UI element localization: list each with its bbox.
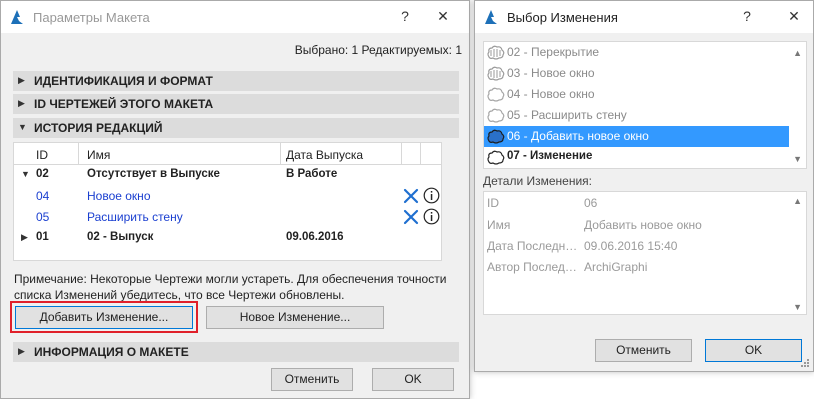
- title-bar[interactable]: Параметры Макета ? ✕: [1, 1, 469, 33]
- dialog-title: Параметры Макета: [33, 10, 150, 25]
- cancel-button[interactable]: Отменить: [271, 368, 353, 391]
- section-revision-history[interactable]: ▼ ИСТОРИЯ РЕДАКЦИЙ: [13, 118, 459, 138]
- list-item-label: 05 - Расширить стену: [507, 108, 627, 122]
- collapse-arrow-icon: ▼: [18, 122, 27, 132]
- list-item-label: 04 - Новое окно: [507, 87, 595, 101]
- row-name: Расширить стену: [87, 210, 183, 224]
- dialog-title: Выбор Изменения: [507, 10, 618, 25]
- archicad-app-icon: [11, 10, 23, 24]
- detail-value: 06: [584, 196, 598, 210]
- section-layout-info[interactable]: ▶ ИНФОРМАЦИЯ О МАКЕТЕ: [13, 342, 459, 362]
- list-item-selected[interactable]: 06 - Добавить новое окно: [484, 126, 789, 147]
- list-item-label: 07 - Изменение: [507, 150, 593, 162]
- revision-cloud-issued-icon: [487, 45, 505, 60]
- remove-icon[interactable]: [403, 188, 419, 204]
- detail-value: Добавить новое окно: [584, 218, 702, 232]
- list-item[interactable]: 07 - Изменение: [484, 147, 789, 168]
- detail-key: Автор Последнего Изменения: [487, 260, 582, 274]
- detail-key: Дата Последнего Изменения: [487, 239, 582, 253]
- section-identification-format[interactable]: ▶ ИДЕНТИФИКАЦИЯ И ФОРМАТ: [13, 71, 459, 91]
- list-item-label: 02 - Перекрытие: [507, 45, 600, 59]
- list-item[interactable]: 05 - Расширить стену: [484, 105, 789, 126]
- archicad-app-icon: [485, 10, 497, 24]
- column-header-date[interactable]: Дата Выпуска: [286, 148, 363, 162]
- close-button[interactable]: ✕: [433, 6, 453, 26]
- add-change-button[interactable]: Добавить Изменение...: [15, 306, 193, 329]
- row-date: В Работе: [286, 168, 338, 180]
- info-icon[interactable]: [423, 208, 440, 225]
- scroll-down-icon[interactable]: ▼: [793, 302, 802, 312]
- table-row[interactable]: ▼ 02 Отсутствует в Выпуске В Работе: [14, 165, 441, 186]
- revision-history-table: ID Имя Дата Выпуска ▼ 02 Отсутствует в В…: [13, 142, 442, 261]
- close-button[interactable]: ✕: [784, 6, 804, 26]
- revision-cloud-icon: [487, 129, 505, 144]
- expand-arrow-icon: ▶: [18, 98, 25, 108]
- change-details-panel: ID 06 Имя Добавить новое окно Дата После…: [483, 191, 807, 315]
- help-button[interactable]: ?: [395, 6, 415, 26]
- table-row[interactable]: 04 Новое окно: [14, 186, 441, 207]
- info-icon[interactable]: [423, 187, 440, 204]
- expand-arrow-icon: ▶: [18, 75, 25, 85]
- revision-cloud-issued-icon: [487, 66, 505, 81]
- section-label: ИДЕНТИФИКАЦИЯ И ФОРМАТ: [34, 74, 213, 88]
- expand-arrow-icon: ▶: [18, 346, 25, 356]
- row-name: 02 - Выпуск: [87, 231, 154, 243]
- column-header-id[interactable]: ID: [36, 148, 48, 162]
- detail-value: ArchiGraphi: [584, 260, 648, 274]
- row-id: 04: [36, 189, 50, 203]
- scroll-up-icon[interactable]: ▲: [793, 48, 802, 58]
- layout-settings-dialog: Параметры Макета ? ✕ Выбрано: 1 Редактир…: [0, 0, 470, 399]
- detail-key: Имя: [487, 218, 511, 232]
- remove-icon[interactable]: [403, 209, 419, 225]
- selection-counter: Выбрано: 1 Редактируемых: 1: [294, 43, 462, 57]
- section-drawing-ids[interactable]: ▶ ID ЧЕРТЕЖЕЙ ЭТОГО МАКЕТА: [13, 94, 459, 114]
- column-header-name[interactable]: Имя: [87, 148, 110, 162]
- ok-button[interactable]: OK: [705, 339, 802, 362]
- revision-cloud-icon: [487, 87, 505, 102]
- revision-cloud-icon: [487, 150, 505, 165]
- list-item-label: 06 - Добавить новое окно: [507, 129, 649, 143]
- details-heading: Детали Изменения:: [483, 174, 592, 188]
- row-id: 01: [36, 231, 49, 243]
- collapse-arrow-icon[interactable]: ▼: [21, 169, 30, 179]
- select-change-dialog: Выбор Изменения ? ✕ 02 - Перекрытие 03 -…: [474, 0, 814, 372]
- section-label: ИСТОРИЯ РЕДАКЦИЙ: [34, 121, 163, 135]
- row-date: 09.06.2016: [286, 231, 344, 243]
- scroll-up-icon[interactable]: ▲: [793, 196, 802, 206]
- outdated-drawings-note: Примечание: Некоторые Чертежи могли уста…: [14, 271, 464, 303]
- table-header: ID Имя Дата Выпуска: [14, 143, 441, 165]
- list-item[interactable]: 04 - Новое окно: [484, 84, 789, 105]
- detail-key: ID: [487, 196, 499, 210]
- row-id: 05: [36, 210, 50, 224]
- row-name: Новое окно: [87, 189, 151, 203]
- section-label: ИНФОРМАЦИЯ О МАКЕТЕ: [34, 345, 189, 359]
- scroll-down-icon[interactable]: ▼: [793, 154, 802, 164]
- table-row[interactable]: ▶ 01 02 - Выпуск 09.06.2016: [14, 228, 441, 249]
- help-button[interactable]: ?: [737, 6, 757, 26]
- ok-button[interactable]: OK: [372, 368, 454, 391]
- title-bar[interactable]: Выбор Изменения ? ✕: [475, 1, 813, 33]
- new-change-button[interactable]: Новое Изменение...: [206, 306, 384, 329]
- note-line: Примечание: Некоторые Чертежи могли уста…: [14, 272, 447, 286]
- expand-arrow-icon[interactable]: ▶: [21, 232, 28, 243]
- section-label: ID ЧЕРТЕЖЕЙ ЭТОГО МАКЕТА: [34, 97, 214, 111]
- resize-grip-icon[interactable]: [800, 358, 810, 368]
- table-row[interactable]: 05 Расширить стену: [14, 207, 441, 228]
- list-item[interactable]: 02 - Перекрытие: [484, 42, 789, 63]
- row-id: 02: [36, 168, 49, 180]
- cancel-button[interactable]: Отменить: [595, 339, 692, 362]
- revision-cloud-icon: [487, 108, 505, 123]
- row-name: Отсутствует в Выпуске: [87, 168, 220, 180]
- list-item-label: 03 - Новое окно: [507, 66, 595, 80]
- list-item[interactable]: 03 - Новое окно: [484, 63, 789, 84]
- detail-value: 09.06.2016 15:40: [584, 239, 678, 253]
- change-list[interactable]: 02 - Перекрытие 03 - Новое окно 04 - Нов…: [483, 41, 807, 169]
